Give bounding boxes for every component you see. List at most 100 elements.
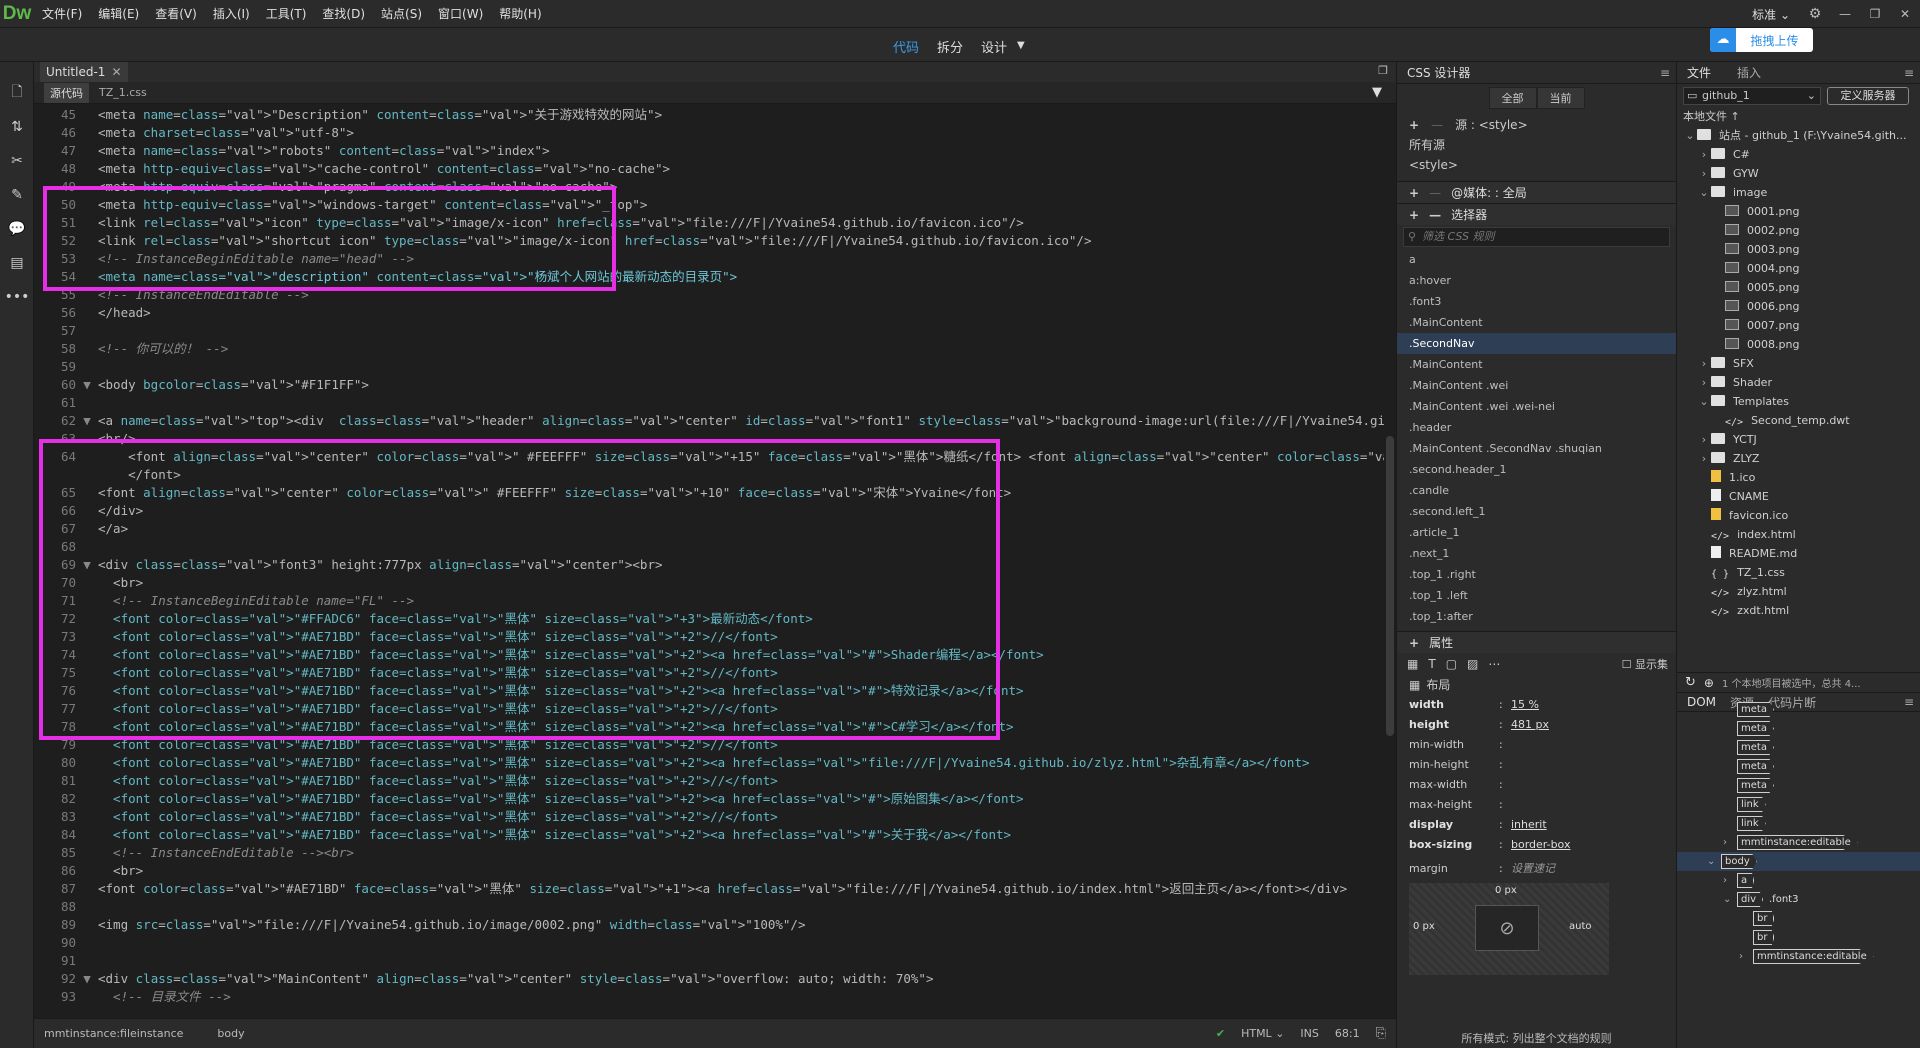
dom-expand-icon[interactable]: › [1739, 947, 1743, 966]
code-line[interactable]: 85 <!-- InstanceEndEditable --><br> [34, 844, 1384, 862]
css-selector-item[interactable]: .font3 [1397, 291, 1676, 312]
code-line[interactable]: 61 [34, 394, 1384, 412]
dom-node-meta[interactable]: meta [1677, 776, 1920, 795]
css-current-tab[interactable]: 当前 [1536, 87, 1585, 109]
css-filter-input[interactable]: ⚲ 筛选 CSS 规则 [1403, 227, 1670, 247]
file-tree-item[interactable]: 0002.png [1677, 221, 1920, 240]
css-property-min-width[interactable]: min-width: [1397, 735, 1676, 755]
dom-expand-icon[interactable]: › [1723, 833, 1727, 852]
define-server-button[interactable]: 定义服务器 [1827, 87, 1909, 105]
css-property-height[interactable]: height:481 px [1397, 715, 1676, 735]
document-tab[interactable]: Untitled-1 ✕ [40, 62, 128, 82]
property-value[interactable]: border-box [1511, 835, 1570, 855]
file-tree-item[interactable]: 0003.png [1677, 240, 1920, 259]
more-category-icon[interactable]: ⋯ [1488, 657, 1500, 671]
minimize-icon[interactable]: — [1830, 7, 1860, 21]
code-line[interactable]: 58 <!-- 你可以的！ --> [34, 340, 1384, 358]
css-selector-item[interactable]: .candle [1397, 480, 1676, 501]
file-tree-item[interactable]: › C# [1677, 145, 1920, 164]
file-tree-item[interactable]: 0006.png [1677, 297, 1920, 316]
menu-item-6[interactable]: 站点(S) [373, 0, 430, 28]
code-line[interactable]: 62 ▼ <a name=class="val">"top"><div class=… [34, 412, 1384, 430]
code-line[interactable]: 45 <meta name=class="val">"Description" c… [34, 106, 1384, 124]
workspace-switcher[interactable]: 标准 ⌄ [1742, 6, 1800, 23]
split-view-button[interactable]: 拆分 [937, 37, 963, 56]
fold-arrow-icon[interactable]: ▼ [76, 412, 98, 430]
css-selector-item[interactable]: a:hover [1397, 270, 1676, 291]
css-property-min-height[interactable]: min-height: [1397, 755, 1676, 775]
css-selector-item[interactable]: .SecondNav [1397, 333, 1676, 354]
css-property-max-height[interactable]: max-height: [1397, 795, 1676, 815]
file-tree-item[interactable]: 0005.png [1677, 278, 1920, 297]
code-line[interactable]: 47 <meta name=class="val">"robots" conten… [34, 142, 1384, 160]
property-value[interactable]: 481 px [1511, 715, 1549, 735]
file-tree-item[interactable]: › ZLYZ [1677, 449, 1920, 468]
file-tree-item[interactable]: ⌄ image [1677, 183, 1920, 202]
margin-right-value[interactable]: auto [1569, 921, 1592, 932]
code-line[interactable]: 84 <font color=class="val">"#AE71BD" fac… [34, 826, 1384, 844]
code-line[interactable]: 87 <font color=class="val">"#AE71BD" face… [34, 880, 1384, 898]
file-tree-item[interactable]: </> zxdt.html [1677, 601, 1920, 620]
code-line[interactable]: 91 [34, 952, 1384, 970]
dom-node-meta[interactable]: meta [1677, 719, 1920, 738]
dom-node-body[interactable]: ⌄ body [1677, 852, 1920, 871]
site-select[interactable]: ▭ github_1 ⌄ [1683, 87, 1821, 105]
dom-node-br[interactable]: br [1677, 928, 1920, 947]
code-scrollbar[interactable] [1384, 106, 1396, 1018]
source-code-tab[interactable]: 源代码 [44, 82, 89, 103]
insert-tab[interactable]: 插入 [1737, 64, 1761, 81]
settings-icon[interactable]: ⚙ [1800, 6, 1830, 22]
collapse-tag-icon[interactable]: ✂ [0, 144, 34, 178]
connect-icon[interactable]: ⊕ [1704, 676, 1714, 690]
dom-node-br[interactable]: br [1677, 909, 1920, 928]
dom-node-div[interactable]: ⌄ div .font3 [1677, 890, 1920, 909]
css-selector-item[interactable]: .top_1:after [1397, 606, 1676, 627]
dom-expand-icon[interactable]: › [1723, 871, 1727, 890]
dom-node-link[interactable]: link [1677, 814, 1920, 833]
menu-item-7[interactable]: 窗口(W) [430, 0, 491, 28]
format-source-icon[interactable]: ▤ [0, 246, 34, 280]
css-selector-item[interactable]: .second.left_1 [1397, 501, 1676, 522]
code-line[interactable]: 60 ▼ <body bgcolor=class="val">"#F1F1FF"> [34, 376, 1384, 394]
menu-item-8[interactable]: 帮助(H) [491, 0, 549, 28]
code-line[interactable]: 56 </head> [34, 304, 1384, 322]
dom-node-mmtinstanceeditable[interactable]: › mmtinstance:editable [1677, 947, 1920, 966]
file-tree-item[interactable]: </> zlyz.html [1677, 582, 1920, 601]
tag-selector-instance[interactable]: mmtinstance:fileinstance [34, 1027, 193, 1040]
menu-item-3[interactable]: 插入(I) [205, 0, 258, 28]
upload-button[interactable]: ☁ 拖拽上传 [1710, 28, 1813, 52]
file-tree-item[interactable]: 0007.png [1677, 316, 1920, 335]
css-selector-item[interactable]: .MainContent [1397, 312, 1676, 333]
css-selector-item[interactable]: .top_1 .left [1397, 585, 1676, 606]
code-line[interactable]: 80 <font color=class="val">"#AE71BD" fac… [34, 754, 1384, 772]
css-selector-item[interactable]: a [1397, 249, 1676, 270]
panel-menu-icon[interactable]: ≡ [1660, 62, 1670, 84]
menu-item-5[interactable]: 查找(D) [314, 0, 373, 28]
related-file-tab[interactable]: TZ_1.css [99, 86, 147, 99]
dom-node-meta[interactable]: meta [1677, 757, 1920, 776]
linting-ok-icon[interactable]: ✔ [1216, 1027, 1225, 1040]
file-tree-item[interactable]: ⌄ Templates [1677, 392, 1920, 411]
code-line[interactable]: 57 [34, 322, 1384, 340]
code-line[interactable]: 89 <img src=class="val">"file:///F|/Yvain… [34, 916, 1384, 934]
close-window-icon[interactable]: ✕ [1890, 7, 1920, 21]
code-line[interactable]: 90 [34, 934, 1384, 952]
background-category-icon[interactable]: ▨ [1467, 657, 1478, 671]
code-line[interactable]: 46 <meta charset=class="val">"utf-8"> [34, 124, 1384, 142]
preview-icon[interactable]: ⎘ [1376, 1026, 1386, 1041]
source-style[interactable]: <style> [1397, 155, 1676, 175]
open-documents-icon[interactable]: 🗋 [0, 76, 34, 110]
css-all-tab[interactable]: 全部 [1488, 87, 1537, 109]
close-tab-icon[interactable]: ✕ [111, 65, 121, 79]
dom-node-mmtinstanceeditable[interactable]: › mmtinstance:editable [1677, 833, 1920, 852]
css-selector-item[interactable]: .header [1397, 417, 1676, 438]
dom-node-meta[interactable]: meta [1677, 700, 1920, 719]
css-selector-item[interactable]: .MainContent .SecondNav .shuqian [1397, 438, 1676, 459]
refresh-icon[interactable]: ↻ [1685, 675, 1696, 690]
property-value[interactable]: inherit [1511, 815, 1547, 835]
site-root[interactable]: ⌄ 站点 - github_1 (F:\Yvaine54.gith... [1677, 126, 1920, 145]
border-category-icon[interactable]: ▢ [1446, 657, 1457, 671]
dom-node-a[interactable]: › a [1677, 871, 1920, 890]
restore-doc-icon[interactable]: ❐ [1378, 64, 1388, 77]
css-selector-item[interactable]: .article_1 [1397, 522, 1676, 543]
